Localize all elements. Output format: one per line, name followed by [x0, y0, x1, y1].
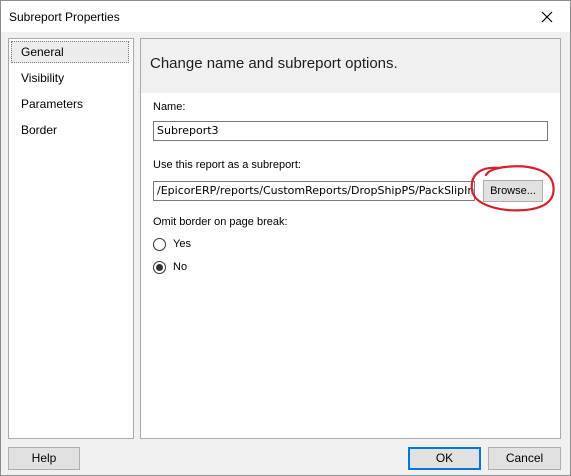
ok-button[interactable]: OK	[408, 447, 481, 470]
sidebar-nav: General Visibility Parameters Border	[8, 38, 134, 439]
omit-border-label: Omit border on page break:	[153, 216, 288, 228]
name-input[interactable]: Subreport3	[153, 121, 548, 141]
close-icon	[541, 11, 553, 22]
radio-yes-label: Yes	[173, 238, 191, 250]
close-button[interactable]	[524, 1, 570, 32]
subreport-properties-dialog: Subreport Properties General Visibility …	[0, 0, 571, 476]
radio-no[interactable]: No	[153, 259, 187, 275]
sidebar-item-border[interactable]: Border	[11, 119, 129, 141]
subreport-path-label: Use this report as a subreport:	[153, 159, 301, 171]
subreport-path-input[interactable]: /EpicorERP/reports/CustomReports/DropShi…	[153, 181, 475, 201]
help-button[interactable]: Help	[8, 447, 80, 470]
browse-button[interactable]: Browse...	[483, 180, 543, 202]
radio-yes[interactable]: Yes	[153, 236, 191, 252]
title-bar[interactable]: Subreport Properties	[1, 1, 570, 32]
content-panel: Change name and subreport options. Name:…	[140, 38, 561, 439]
radio-button[interactable]	[153, 237, 166, 251]
sidebar-item-visibility[interactable]: Visibility	[11, 67, 129, 89]
window-title: Subreport Properties	[9, 10, 120, 24]
cancel-button[interactable]: Cancel	[488, 447, 561, 470]
sidebar-item-general[interactable]: General	[11, 41, 129, 63]
sidebar-item-parameters[interactable]: Parameters	[11, 93, 129, 115]
radio-button[interactable]	[153, 260, 166, 274]
page-title: Change name and subreport options.	[150, 55, 398, 72]
content-header: Change name and subreport options.	[141, 39, 560, 93]
radio-no-label: No	[173, 261, 188, 273]
name-label: Name:	[153, 101, 186, 113]
